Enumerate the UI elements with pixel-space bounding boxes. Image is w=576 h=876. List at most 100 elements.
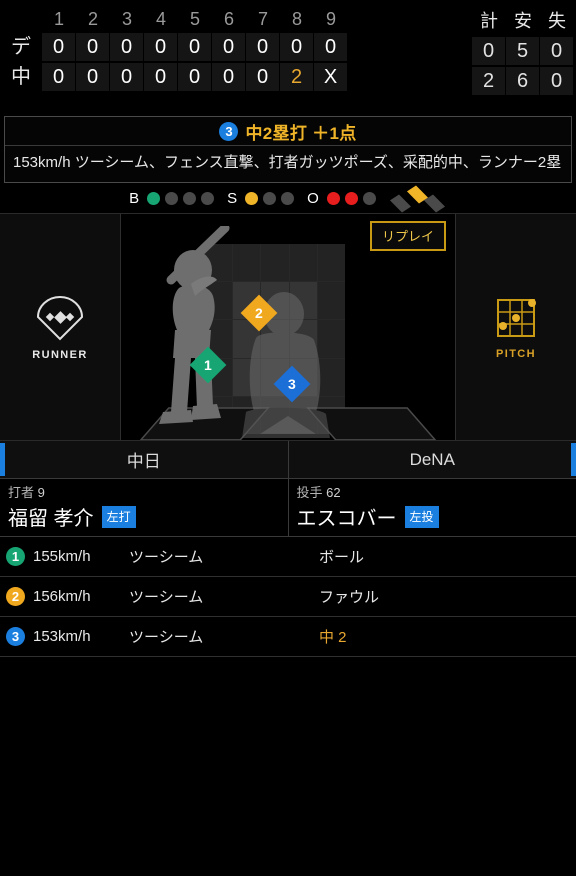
pitch-log-type-2: ツーシーム: [129, 589, 204, 606]
score-home-1: 0: [42, 63, 76, 91]
ball-dot-1: [147, 191, 161, 205]
inning-header-5: 5: [189, 9, 200, 29]
strike-dot-2: [263, 191, 277, 205]
play-result-panel: 3 中2塁打 ＋1点 153km/h ツーシーム、フェンス直撃、打者ガッツポーズ…: [4, 116, 572, 183]
runner-panel-button[interactable]: RUNNER: [0, 214, 120, 440]
batter-info[interactable]: 打者 9 福留 孝介 左打: [0, 479, 289, 536]
batter-role-label: 打者: [8, 485, 35, 500]
inning-header-3: 3: [121, 9, 132, 29]
team-abbr-away: デ: [11, 36, 31, 58]
pitch-log-type-3: ツーシーム: [129, 629, 204, 646]
out-dot-1: [326, 191, 340, 205]
pitch-log-speed-3: 153km/h: [33, 628, 91, 645]
score-away-6: 0: [212, 33, 246, 61]
score-home-9: X: [314, 63, 348, 91]
score-home-3: 0: [110, 63, 144, 91]
totals-home-hits: 6: [506, 67, 540, 95]
tab-batting-team[interactable]: 中日: [0, 441, 289, 478]
count-indicator: B S O: [0, 183, 576, 213]
score-home-8: 2: [280, 63, 314, 91]
team-abbr-home: 中: [11, 66, 31, 88]
strike-dot-3: [281, 191, 295, 205]
totals-home-runs: 2: [472, 67, 506, 95]
totals-away-errors: 0: [540, 37, 574, 65]
inning-header-6: 6: [223, 9, 234, 29]
totals-away-runs: 0: [472, 37, 506, 65]
ball-dot-3: [183, 191, 197, 205]
list-item[interactable]: 3 153km/h ツーシーム 中 2: [0, 617, 576, 657]
third-base-marker: [389, 194, 411, 213]
scoreboard-gap: [348, 6, 472, 96]
inning-header-1: 1: [53, 9, 64, 29]
replay-button[interactable]: リプレイ: [369, 221, 446, 251]
pitcher-name-line: エスコバー 左投: [297, 502, 569, 531]
list-item[interactable]: 2 156km/h ツーシーム ファウル: [0, 577, 576, 617]
score-home-2: 0: [76, 63, 110, 91]
list-item[interactable]: 1 155km/h ツーシーム ボール: [0, 537, 576, 577]
pitch-grid-icon: [497, 299, 536, 337]
out-dot-3: [362, 191, 376, 205]
batter-hand-badge: 左打: [101, 505, 136, 528]
score-away-7: 0: [246, 33, 280, 61]
ball-count-group: B: [129, 190, 215, 207]
out-label: O: [307, 189, 319, 207]
pitch-panel-button[interactable]: PITCH: [456, 214, 576, 440]
out-count-group: O: [307, 190, 376, 207]
score-home-4: 0: [144, 63, 178, 91]
pitch-visualization: RUNNER リプレイ 2 1 3 PITCH: [0, 213, 576, 441]
tab-pitching-team[interactable]: DeNA: [289, 441, 576, 478]
zone-cell: [261, 244, 289, 282]
pitch-log-result-1: ボール: [319, 549, 365, 566]
zone-cell: [289, 244, 317, 282]
score-away-1: 0: [42, 33, 76, 61]
pitch-label: PITCH: [496, 348, 536, 360]
zone-cell: [317, 244, 345, 282]
pitch-number-badge: 3: [219, 121, 239, 141]
pitch-marker-1-number: 1: [204, 356, 212, 373]
table-row: 0 5 0: [472, 36, 576, 66]
pitch-marker-3-number: 3: [288, 375, 296, 392]
strike-dot-1: [245, 191, 259, 205]
totals-header-runs: 計: [480, 11, 498, 31]
inning-header-2: 2: [87, 9, 98, 29]
totals-home-errors: 0: [540, 67, 574, 95]
play-result-header: 3 中2塁打 ＋1点: [5, 117, 571, 146]
pitch-log-type-1: ツーシーム: [129, 549, 204, 566]
pitcher-role-line: 投手 62: [297, 484, 569, 501]
totals-header-errors: 失: [548, 11, 566, 31]
batter-name-line: 福留 孝介 左打: [8, 502, 280, 531]
play-result-title: 中2塁打 ＋1点: [245, 123, 357, 143]
table-row: 中 0 0 0 0 0 0 0 2 X: [0, 62, 348, 92]
score-home-6: 0: [212, 63, 246, 91]
pitcher-number: 62: [326, 485, 341, 500]
pitch-log-badge-2: 2: [6, 587, 25, 606]
first-base-marker: [423, 194, 445, 213]
strike-label: S: [227, 189, 238, 207]
totals-header-row: 計 安 失: [472, 6, 576, 36]
pitch-log-badge-3: 3: [6, 627, 25, 646]
play-result-description: 153km/h ツーシーム、フェンス直撃、打者ガッツポーズ、采配的中、ランナー2…: [13, 154, 562, 171]
totals-header-hits: 安: [514, 11, 532, 31]
inning-header-9: 9: [325, 9, 336, 29]
inning-header-8: 8: [291, 9, 302, 29]
inning-header-row: 1 2 3 4 5 6 7 8 9: [0, 6, 348, 32]
pitcher-info[interactable]: 投手 62 エスコバー 左投: [289, 479, 576, 536]
table-row: デ 0 0 0 0 0 0 0 0 0: [0, 32, 348, 62]
pitch-log-result-3: 中 2: [319, 629, 347, 646]
out-dot-2: [344, 191, 358, 205]
totals-away-hits: 5: [506, 37, 540, 65]
pitch-log-list: 1 155km/h ツーシーム ボール 2 156km/h ツーシーム ファウル…: [0, 537, 576, 657]
scoreboard-innings: 1 2 3 4 5 6 7 8 9 デ 0 0 0 0 0 0 0 0 0 中 …: [0, 6, 348, 96]
score-home-7: 0: [246, 63, 280, 91]
batter-name: 福留 孝介: [8, 508, 94, 530]
score-away-4: 0: [144, 33, 178, 61]
pitcher-role-label: 投手: [296, 485, 323, 500]
pitch-log-speed-1: 155km/h: [33, 548, 91, 565]
pitch-log-badge-1: 1: [6, 547, 25, 566]
pitcher-hand-badge: 左投: [404, 505, 439, 528]
batter-role-line: 打者 9: [8, 484, 280, 501]
ball-dot-4: [201, 191, 215, 205]
team-tab-bar: 中日 DeNA: [0, 441, 576, 479]
pitch-log-result-2: ファウル: [319, 589, 380, 606]
runner-icon: [36, 295, 84, 341]
